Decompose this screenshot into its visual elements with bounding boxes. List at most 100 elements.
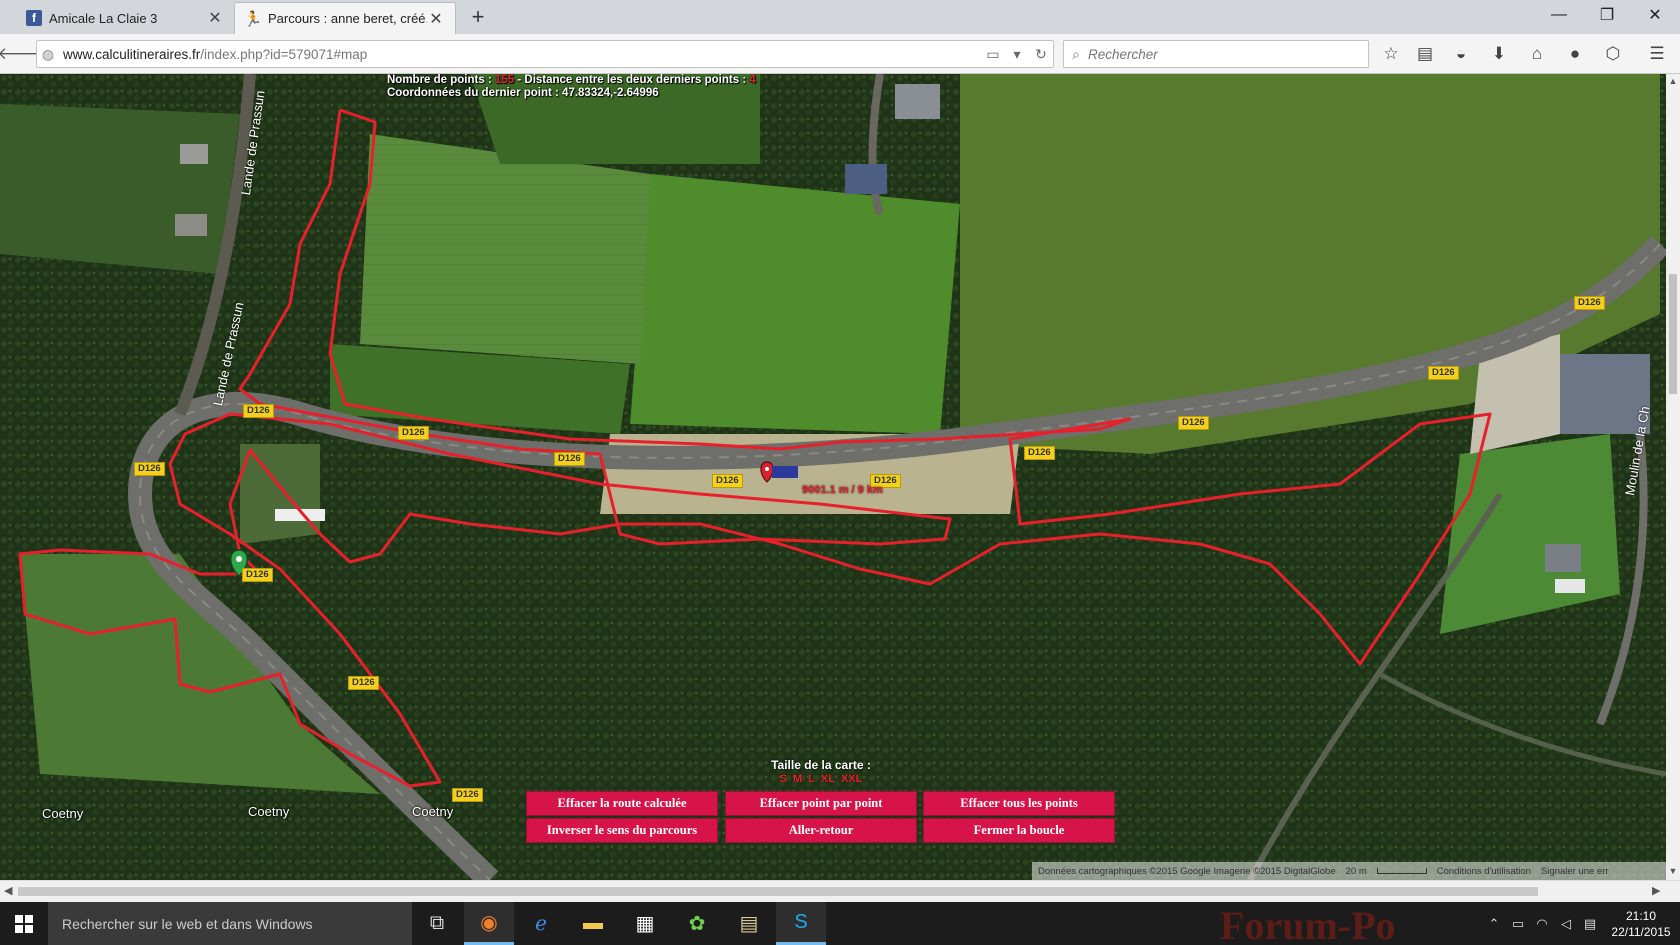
scroll-down-arrow-icon[interactable]: ▼ <box>1666 866 1680 876</box>
map-size-selector: Taille de la carte : S M L XL XXL <box>740 758 902 785</box>
picasa-icon[interactable]: ✿ <box>672 902 722 945</box>
scale-label: 20 m <box>1345 865 1367 877</box>
points-count-value: 155 <box>494 74 515 86</box>
close-window-button[interactable]: ✕ <box>1632 2 1678 28</box>
road-label: D126 <box>452 788 483 802</box>
route-info-line: Nombre de points : 155 - Distance entre … <box>387 74 756 86</box>
system-tray: ⌃ ▭ ◠ ◁ ▤ 21:10 22/11/2015 <box>1482 902 1680 945</box>
report-error-link[interactable]: Signaler une err <box>1541 866 1609 877</box>
navigation-bar: 🡐 ◍ www.calculitineraires.fr/index.php?i… <box>0 34 1680 74</box>
road-label: D126 <box>242 568 273 582</box>
search-bar[interactable]: ⌕ <box>1063 40 1369 68</box>
close-icon[interactable]: ✕ <box>206 8 224 28</box>
close-loop-button[interactable]: Fermer la boucle <box>923 818 1115 843</box>
url-path: /index.php?id=579071#map <box>200 46 368 62</box>
road-label: D126 <box>1024 446 1055 460</box>
tab-parcours[interactable]: 🏃 Parcours : anne beret, créé... ✕ <box>234 2 456 34</box>
file-explorer-icon[interactable]: ▬ <box>568 902 618 945</box>
download-icon[interactable]: ⬇ <box>1486 42 1512 66</box>
chat-icon[interactable]: ● <box>1562 42 1588 66</box>
dropdown-arrow-icon[interactable]: ▾ <box>1005 46 1029 63</box>
store-icon[interactable]: ▦ <box>620 902 670 945</box>
reload-icon[interactable]: ↻ <box>1029 46 1053 63</box>
windows-logo-icon <box>15 914 33 933</box>
size-option-xl[interactable]: XL <box>821 773 835 785</box>
facebook-icon: f <box>26 10 42 26</box>
clear-route-button[interactable]: Effacer la route calculée <box>526 791 718 816</box>
task-view-icon[interactable]: ⧉ <box>412 902 462 945</box>
taskbar-search-box[interactable]: Rechercher sur le web et dans Windows <box>48 902 412 945</box>
reverse-route-button[interactable]: Inverser le sens du parcours <box>526 818 718 843</box>
attribution-text: Données cartographiques ©2015 Google Ima… <box>1038 865 1336 877</box>
horizontal-scrollbar[interactable]: ◀ ▶ <box>0 880 1680 902</box>
place-name-label: Coetny <box>42 806 84 821</box>
terms-link[interactable]: Conditions d'utilisation <box>1437 866 1531 877</box>
map-attribution: Données cartographiques ©2015 Google Ima… <box>1032 862 1666 880</box>
scroll-up-arrow-icon[interactable]: ▲ <box>1666 76 1680 86</box>
extension-icon[interactable]: ⬡ <box>1600 42 1626 66</box>
runner-icon: 🏃 <box>243 10 263 28</box>
menu-icon[interactable]: ☰ <box>1644 42 1670 66</box>
road-label: D126 <box>554 452 585 466</box>
size-option-s[interactable]: S <box>780 773 787 785</box>
bookmarks-list-icon[interactable]: ▤ <box>1412 42 1438 66</box>
skype-icon[interactable]: S <box>776 902 826 945</box>
edge-icon[interactable]: ℯ <box>516 902 566 945</box>
last-distance-value: 4 <box>749 74 756 86</box>
url-bar[interactable]: ◍ www.calculitineraires.fr/index.php?id=… <box>36 40 1054 68</box>
tab-bar: f Amicale La Claie 3 ✕ 🏃 Parcours : anne… <box>0 0 1680 34</box>
home-icon[interactable]: ⌂ <box>1524 42 1550 66</box>
round-trip-button[interactable]: Aller-retour <box>725 818 917 843</box>
size-option-m[interactable]: M <box>793 773 802 785</box>
clock-date: 22/11/2015 <box>1611 924 1671 939</box>
road-label: D126 <box>712 474 743 488</box>
road-label: D126 <box>348 676 379 690</box>
size-option-xxl[interactable]: XXL <box>841 773 862 785</box>
route-distance-label: 9001.1 m / 9 km <box>802 484 883 496</box>
minimize-button[interactable]: — <box>1536 2 1582 28</box>
place-name-label: Coetny <box>412 804 454 819</box>
map-size-title: Taille de la carte : <box>771 758 871 772</box>
points-count-label: Nombre de points : <box>387 74 495 86</box>
scrollbar-thumb[interactable] <box>18 887 1538 896</box>
scrollbar-thumb[interactable] <box>1669 274 1677 394</box>
size-option-l[interactable]: L <box>808 773 815 785</box>
volume-icon[interactable]: ◁ <box>1554 916 1578 932</box>
forum-watermark: Forum-Po <box>1220 903 1396 945</box>
url-text[interactable]: www.calculitineraires.fr/index.php?id=57… <box>59 47 981 62</box>
globe-icon: ◍ <box>41 45 55 62</box>
scroll-left-arrow-icon[interactable]: ◀ <box>4 884 12 897</box>
last-distance-label: - Distance entre les deux derniers point… <box>514 74 750 86</box>
clear-all-button[interactable]: Effacer tous les points <box>923 791 1115 816</box>
notepad-icon[interactable]: ▤ <box>724 902 774 945</box>
road-label: D126 <box>134 462 165 476</box>
tab-amicale[interactable]: f Amicale La Claie 3 ✕ <box>16 2 234 34</box>
chevron-up-icon[interactable]: ⌃ <box>1482 916 1506 932</box>
satellite-map[interactable]: Nombre de points : 155 - Distance entre … <box>0 74 1666 880</box>
vertical-scrollbar[interactable]: ▲ ▼ <box>1666 74 1680 880</box>
pocket-icon[interactable]: ◒ <box>1448 42 1474 66</box>
clock[interactable]: 21:10 22/11/2015 <box>1602 908 1680 940</box>
clear-point-button[interactable]: Effacer point par point <box>725 791 917 816</box>
close-icon[interactable]: ✕ <box>427 9 445 29</box>
battery-icon[interactable]: ▭ <box>1506 916 1530 932</box>
reader-view-icon[interactable]: ▭ <box>981 46 1005 63</box>
last-point-coordinates: Coordonnées du dernier point : 47.83324,… <box>387 87 659 99</box>
search-icon: ⌕ <box>1072 45 1080 62</box>
scroll-right-arrow-icon[interactable]: ▶ <box>1652 884 1660 897</box>
bookmark-star-icon[interactable]: ☆ <box>1378 42 1404 66</box>
scale-bar <box>1376 868 1427 874</box>
back-arrow-icon[interactable]: 🡐 <box>0 42 43 66</box>
url-domain: www.calculitineraires.fr <box>63 46 201 62</box>
wifi-icon[interactable]: ◠ <box>1530 916 1554 932</box>
road-label: D126 <box>1428 366 1459 380</box>
road-label: D126 <box>1574 296 1605 310</box>
search-input[interactable] <box>1088 46 1368 62</box>
firefox-icon[interactable]: ◉ <box>464 902 514 945</box>
maximize-button[interactable]: ❐ <box>1584 2 1630 28</box>
tab-title: Amicale La Claie 3 <box>49 10 158 26</box>
notification-icon[interactable]: ▤ <box>1578 916 1602 932</box>
start-button[interactable] <box>0 902 48 945</box>
road-label: D126 <box>398 426 429 440</box>
new-tab-button[interactable]: + <box>466 4 490 30</box>
